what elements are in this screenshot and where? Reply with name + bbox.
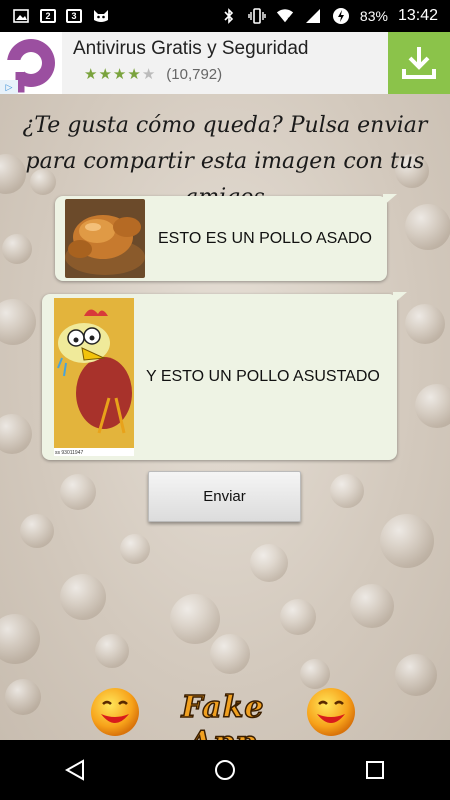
message-bubble: ESTO ES UN POLLO ASADO [55, 194, 397, 281]
logo-text: Fake App [181, 689, 265, 740]
ad-rating: ★★★★★ (10,792) [84, 65, 223, 84]
main-content: ¿Te gusta cómo queda? Pulsa enviar para … [0, 94, 450, 740]
star-icon: ★ [141, 66, 157, 83]
signal-icon [304, 8, 322, 24]
gallery-notification-icon [12, 8, 30, 24]
smiley-icon [91, 688, 139, 736]
recents-button[interactable] [345, 740, 405, 800]
battery-percent: 83% [359, 8, 388, 24]
cat-app-notification-icon [92, 8, 110, 24]
download-icon [402, 47, 436, 79]
message-text: ESTO ES UN POLLO ASADO [158, 230, 372, 247]
download-button[interactable] [388, 32, 450, 94]
battery-saver-icon [332, 8, 350, 24]
send-button[interactable]: Enviar [148, 471, 301, 522]
notification-count: 2 [45, 11, 51, 21]
back-button[interactable] [45, 740, 105, 800]
smiley-icon [307, 688, 355, 736]
message-text: Y ESTO UN POLLO ASUSTADO [146, 368, 380, 385]
star-icon: ★ [84, 66, 99, 83]
star-icon: ★ [112, 66, 128, 83]
ad-banner[interactable]: Antivirus Gratis y Seguridad ★★★★★ (10,7… [0, 32, 450, 95]
roast-chicken-image [65, 199, 145, 278]
ad-title[interactable]: Antivirus Gratis y Seguridad [73, 38, 309, 60]
navigation-bar [0, 740, 450, 800]
rating-stars: ★★★★★ [84, 65, 156, 83]
notification-badge-icon: 2 [40, 9, 56, 23]
fake-app-logo: Fake App [88, 684, 358, 740]
notification-count: 3 [71, 11, 77, 21]
wifi-icon [276, 8, 294, 24]
vibrate-icon [248, 8, 266, 24]
recents-icon [366, 761, 384, 779]
image-caption: ss 93011947 [55, 450, 84, 456]
bluetooth-icon [220, 8, 238, 24]
notification-badge-icon: 3 [66, 9, 82, 23]
home-icon [215, 760, 235, 780]
clock: 13:42 [397, 7, 438, 24]
home-button[interactable] [195, 740, 255, 800]
scared-chicken-image: ss 93011947 [54, 298, 134, 456]
message-bubble: ss 93011947 Y ESTO UN POLLO ASUSTADO [42, 292, 407, 460]
adchoices-icon[interactable]: ▷ [0, 80, 18, 94]
review-count: (10,792) [166, 65, 223, 83]
star-icon: ★ [127, 66, 142, 83]
star-icon: ★ [98, 66, 113, 83]
status-bar: 2 3 83% 13:42 [0, 0, 450, 32]
back-icon [64, 759, 84, 781]
